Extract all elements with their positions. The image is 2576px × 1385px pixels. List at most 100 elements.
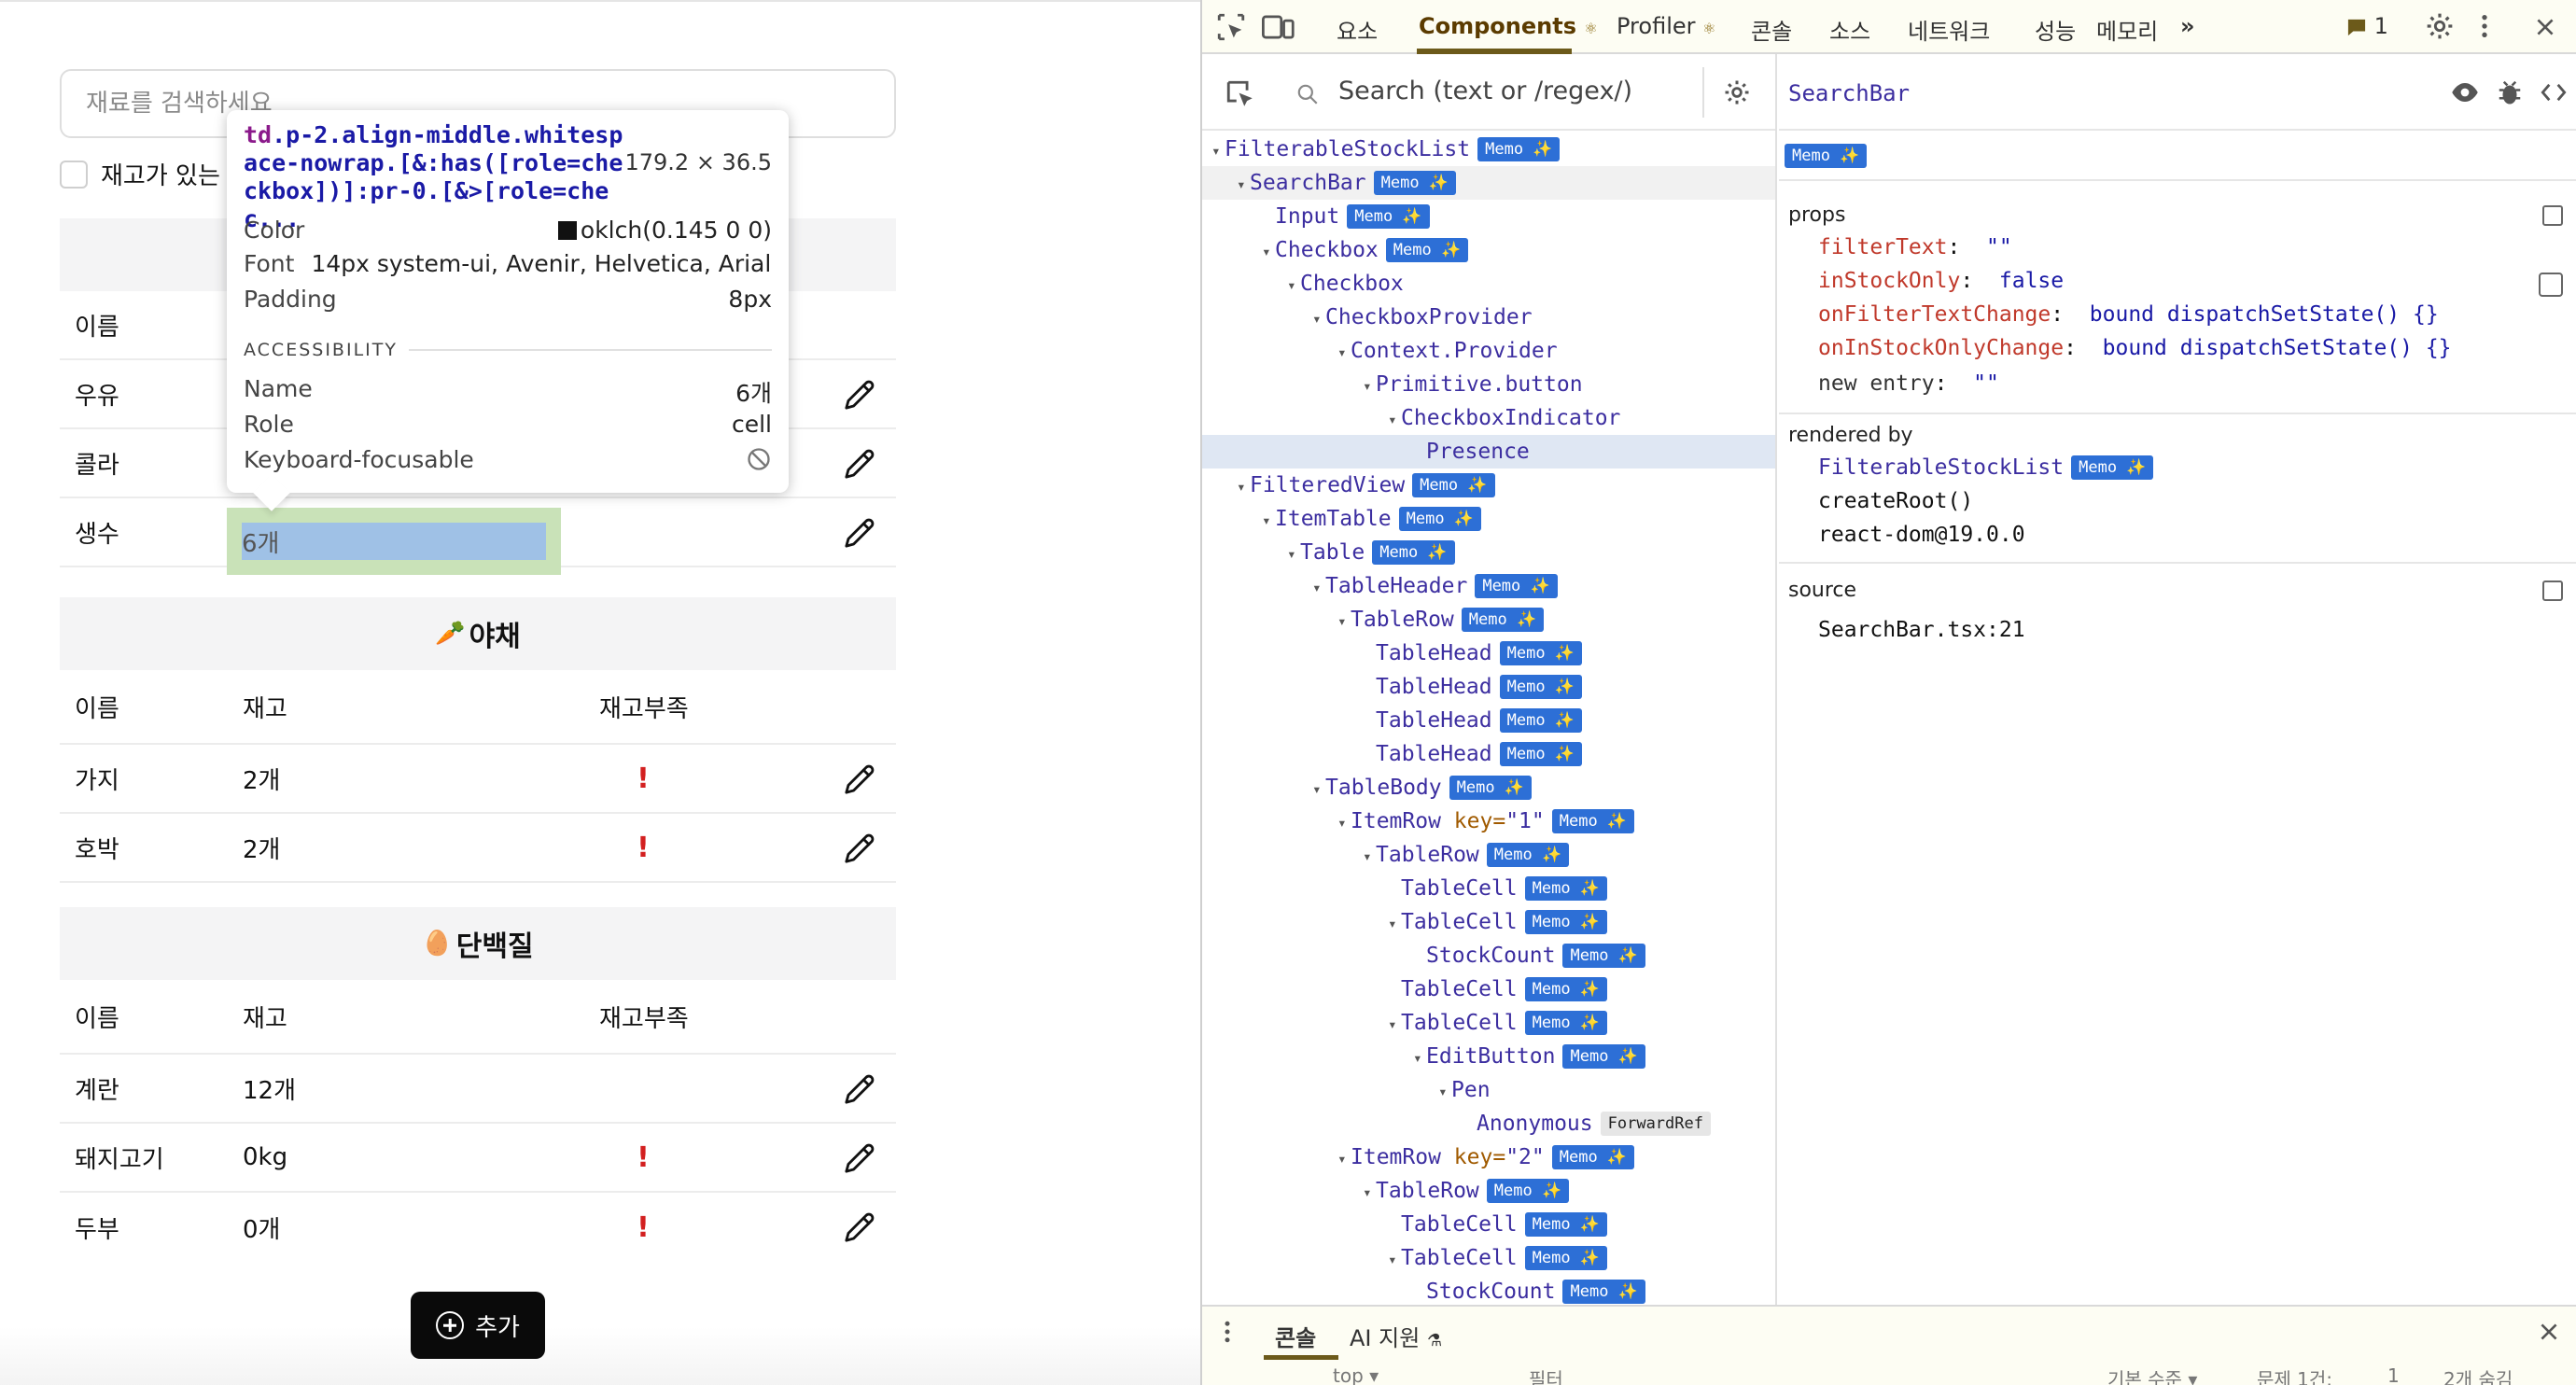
expand-caret-icon[interactable]: ▾: [1312, 302, 1325, 336]
close-devtools-icon[interactable]: [2533, 15, 2557, 39]
expand-caret-icon[interactable]: ▾: [1287, 269, 1300, 302]
kebab-menu-icon[interactable]: [2477, 11, 2492, 41]
expand-caret-icon[interactable]: ▾: [1413, 1042, 1426, 1075]
copy-source-icon[interactable]: [2542, 581, 2563, 601]
expand-caret-icon[interactable]: ▾: [1211, 134, 1225, 168]
tree-node[interactable]: ▾ ItemTable Memo ✨: [1202, 502, 1775, 538]
tree-node[interactable]: ▾ TableRow Memo ✨: [1202, 1174, 1775, 1208]
expand-caret-icon[interactable]: ▾: [1438, 1075, 1451, 1109]
pencil-icon[interactable]: [844, 832, 875, 864]
tree-node[interactable]: Input Memo ✨: [1202, 200, 1775, 233]
expand-caret-icon[interactable]: ▾: [1363, 370, 1376, 403]
expand-caret-icon[interactable]: ▾: [1262, 235, 1275, 269]
tree-node[interactable]: StockCount Memo ✨: [1202, 939, 1775, 972]
pencil-icon[interactable]: [844, 1073, 875, 1105]
expand-caret-icon[interactable]: ▾: [1363, 840, 1376, 874]
tab-elements[interactable]: 요소: [1337, 13, 1378, 46]
bug-icon[interactable]: [2498, 78, 2522, 106]
prop-filterText[interactable]: filterText: "": [1818, 235, 2012, 259]
tree-node[interactable]: TableCell Memo ✨: [1202, 1208, 1775, 1241]
prop-onFilterTextChange[interactable]: onFilterTextChange: bound dispatchSetSta…: [1818, 302, 2439, 327]
view-source-icon[interactable]: [2541, 80, 2567, 105]
prop-onInStockOnlyChange[interactable]: onInStockOnlyChange: bound dispatchSetSt…: [1818, 336, 2452, 360]
pencil-icon[interactable]: [844, 1211, 875, 1243]
tree-node[interactable]: StockCount Memo ✨: [1202, 1275, 1775, 1305]
settings-gear-icon[interactable]: [2425, 11, 2455, 41]
device-toolbar-icon[interactable]: [1262, 11, 1295, 43]
tree-search-input[interactable]: Search (text or /regex/): [1338, 77, 1632, 105]
close-drawer-icon[interactable]: [2537, 1320, 2561, 1344]
tab-sources[interactable]: 소스: [1829, 13, 1870, 46]
tab-network[interactable]: 네트워크: [1908, 13, 1990, 46]
tree-node[interactable]: TableHead Memo ✨: [1202, 737, 1775, 771]
log-level-select[interactable]: 기본 수준 ▾: [2107, 1364, 2197, 1385]
tree-node[interactable]: ▾ CheckboxIndicator: [1202, 401, 1775, 435]
tree-node[interactable]: ▾ Context.Provider: [1202, 334, 1775, 370]
more-tabs-icon[interactable]: »: [2180, 13, 2195, 39]
prop-inStockOnly[interactable]: inStockOnly: false: [1818, 269, 2064, 293]
tree-node[interactable]: ▾ TableRow Memo ✨: [1202, 838, 1775, 874]
tree-node[interactable]: ▾ ItemRow key="2" Memo ✨: [1202, 1140, 1775, 1176]
tree-node[interactable]: TableHead Memo ✨: [1202, 670, 1775, 704]
tree-node[interactable]: ▾ TableCell Memo ✨: [1202, 1006, 1775, 1042]
tree-node[interactable]: ▾ Pen: [1202, 1073, 1775, 1109]
expand-caret-icon[interactable]: ▾: [1388, 1008, 1401, 1042]
expand-caret-icon[interactable]: ▾: [1262, 504, 1275, 538]
tree-node[interactable]: ▾ Checkbox Memo ✨: [1202, 233, 1775, 269]
issues-count[interactable]: 1: [2387, 1364, 2400, 1385]
issues-counter[interactable]: 1: [2346, 13, 2388, 39]
pencil-icon[interactable]: [844, 448, 875, 480]
tree-node[interactable]: TableHead Memo ✨: [1202, 704, 1775, 737]
tree-node[interactable]: ▾ TableCell Memo ✨: [1202, 1241, 1775, 1277]
drawer-tab-ai-assist[interactable]: AI 지원 ⚗: [1350, 1320, 1442, 1352]
tree-node[interactable]: ▾ TableCell Memo ✨: [1202, 905, 1775, 941]
instock-checkbox[interactable]: [60, 160, 88, 189]
tree-node[interactable]: ▾ TableRow Memo ✨: [1202, 603, 1775, 638]
drawer-tab-console[interactable]: 콘솔: [1275, 1320, 1316, 1352]
tree-node[interactable]: ▾ EditButton Memo ✨: [1202, 1040, 1775, 1075]
pencil-icon[interactable]: [844, 1142, 875, 1174]
tree-node[interactable]: ▾ TableHeader Memo ✨: [1202, 569, 1775, 605]
tree-node[interactable]: ▾ FilteredView Memo ✨: [1202, 469, 1775, 504]
context-selector[interactable]: top ▾: [1333, 1364, 1379, 1385]
tab-console[interactable]: 콘솔: [1751, 13, 1792, 46]
expand-caret-icon[interactable]: ▾: [1237, 470, 1250, 504]
select-component-icon[interactable]: [1225, 78, 1256, 110]
console-filter[interactable]: 필터: [1529, 1364, 1563, 1385]
pencil-icon[interactable]: [844, 763, 875, 795]
tree-node[interactable]: ▾ TableBody Memo ✨: [1202, 771, 1775, 806]
expand-caret-icon[interactable]: ▾: [1388, 907, 1401, 941]
expand-caret-icon[interactable]: ▾: [1388, 1243, 1401, 1277]
pencil-icon[interactable]: [844, 517, 875, 549]
inspect-element-icon[interactable]: [1215, 11, 1247, 43]
prop-inStockOnly-checkbox[interactable]: [2539, 273, 2563, 297]
expand-caret-icon[interactable]: ▾: [1337, 336, 1351, 370]
source-location[interactable]: SearchBar.tsx:21: [1818, 618, 2025, 642]
expand-caret-icon[interactable]: ▾: [1312, 571, 1325, 605]
copy-props-icon[interactable]: [2542, 205, 2563, 226]
expand-caret-icon[interactable]: ▾: [1337, 1142, 1351, 1176]
add-button[interactable]: 추가: [411, 1292, 545, 1359]
tree-node[interactable]: Presence: [1202, 435, 1775, 469]
expand-caret-icon[interactable]: ▾: [1337, 605, 1351, 638]
tab-components[interactable]: Components ⚛: [1419, 13, 1598, 39]
tree-node[interactable]: ▾ CheckboxProvider: [1202, 301, 1775, 336]
tree-node[interactable]: TableCell Memo ✨: [1202, 972, 1775, 1006]
tree-node[interactable]: ▾ Checkbox: [1202, 267, 1775, 302]
tab-profiler[interactable]: Profiler ⚛: [1617, 13, 1715, 39]
tab-memory[interactable]: 메모리: [2096, 13, 2158, 46]
tree-node[interactable]: ▾ Table Memo ✨: [1202, 536, 1775, 569]
expand-caret-icon[interactable]: ▾: [1237, 168, 1250, 202]
tree-node[interactable]: ▾ ItemRow key="1" Memo ✨: [1202, 804, 1775, 838]
prop-new-entry[interactable]: new entry: "": [1818, 371, 1999, 396]
tree-node[interactable]: ▾ Primitive.button: [1202, 368, 1775, 403]
tree-node[interactable]: ▾ SearchBar Memo ✨: [1202, 166, 1775, 202]
tab-performance[interactable]: 성능: [2035, 13, 2076, 46]
tree-node[interactable]: TableCell Memo ✨: [1202, 872, 1775, 905]
expand-caret-icon[interactable]: ▾: [1312, 773, 1325, 806]
tree-settings-gear-icon[interactable]: [1723, 78, 1751, 106]
drawer-menu-icon[interactable]: [1223, 1318, 1232, 1346]
pencil-icon[interactable]: [844, 379, 875, 411]
tree-node[interactable]: Anonymous ForwardRef: [1202, 1107, 1775, 1140]
tree-node[interactable]: TableHead Memo ✨: [1202, 637, 1775, 670]
